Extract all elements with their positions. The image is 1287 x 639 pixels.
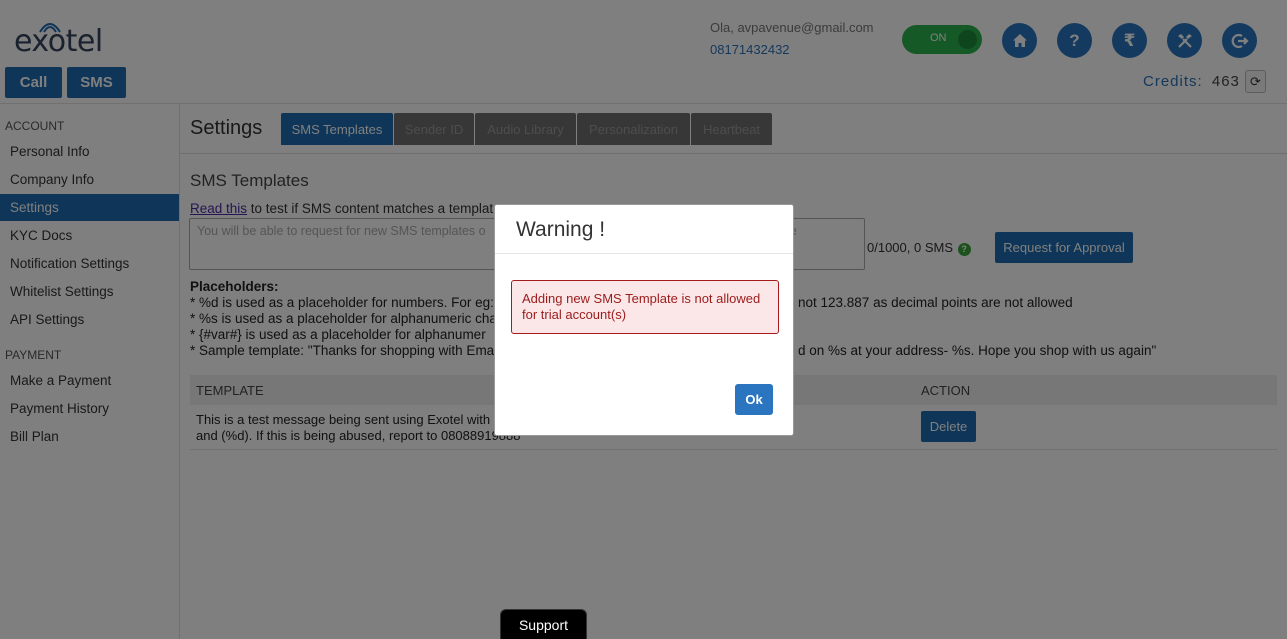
warning-modal: Warning ! Adding new SMS Template is not… — [494, 204, 794, 436]
ok-button[interactable]: Ok — [735, 384, 773, 415]
error-alert: Adding new SMS Template is not allowed f… — [511, 280, 779, 334]
modal-divider — [495, 253, 793, 254]
support-button[interactable]: Support — [500, 609, 587, 639]
modal-title: Warning ! — [516, 218, 606, 241]
